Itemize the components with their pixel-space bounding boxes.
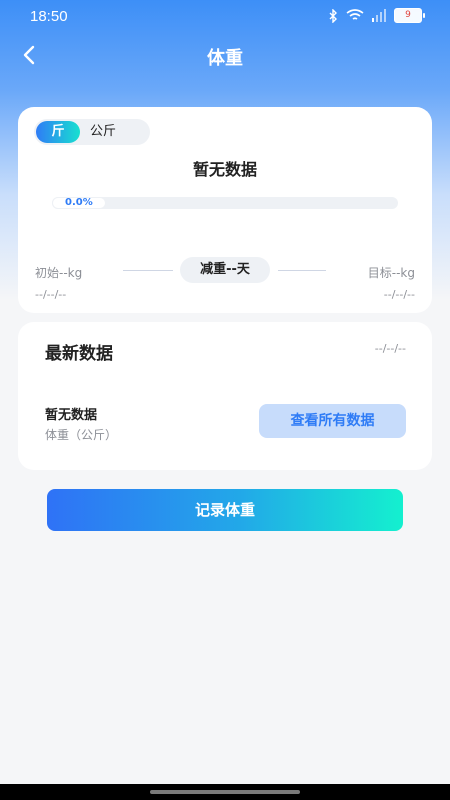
page-title: 体重 <box>207 48 243 69</box>
nav-bar: 体重 <box>0 32 450 80</box>
latest-weight-unit: 体重（公斤） <box>45 428 118 442</box>
latest-data-date: --/--/-- <box>374 342 406 355</box>
target-date: --/--/-- <box>383 288 415 301</box>
record-weight-button[interactable]: 记录体重 <box>47 489 403 531</box>
unit-option-kg[interactable]: 公斤 <box>90 119 116 145</box>
battery-level: 9 <box>405 10 411 20</box>
start-date: --/--/-- <box>35 288 67 301</box>
signal-icon <box>372 9 386 22</box>
home-indicator[interactable] <box>150 790 300 794</box>
progress-bar: 0.0% <box>52 197 398 209</box>
target-weight-label: 目标--kg <box>367 266 415 280</box>
summary-card: 斤 公斤 暂无数据 0.0% 初始--kg 减重--天 目标--kg --/--… <box>18 107 432 313</box>
latest-weight-value: 暂无数据 <box>45 408 98 423</box>
latest-data-card: 最新数据 --/--/-- 暂无数据 体重（公斤） 查看所有数据 <box>18 322 432 470</box>
progress-label: 0.0% <box>52 197 106 209</box>
bluetooth-icon <box>329 8 337 23</box>
weight-loss-days-badge: 减重--天 <box>180 257 270 283</box>
wifi-icon <box>346 9 364 20</box>
unit-toggle[interactable]: 斤 公斤 <box>34 119 150 145</box>
summary-status-title: 暂无数据 <box>192 160 257 179</box>
divider-line-right <box>278 270 326 271</box>
battery-icon: 9 <box>394 8 425 23</box>
latest-data-title: 最新数据 <box>45 344 113 364</box>
unit-option-jin[interactable]: 斤 <box>36 121 80 143</box>
status-bar: 18:50 9 <box>0 0 450 32</box>
status-icons: 9 <box>328 8 425 23</box>
start-weight-label: 初始--kg <box>35 266 83 280</box>
status-time: 18:50 <box>30 8 68 25</box>
divider-line-left <box>123 270 173 271</box>
system-nav-bar <box>0 784 450 800</box>
view-all-data-button[interactable]: 查看所有数据 <box>259 404 406 438</box>
